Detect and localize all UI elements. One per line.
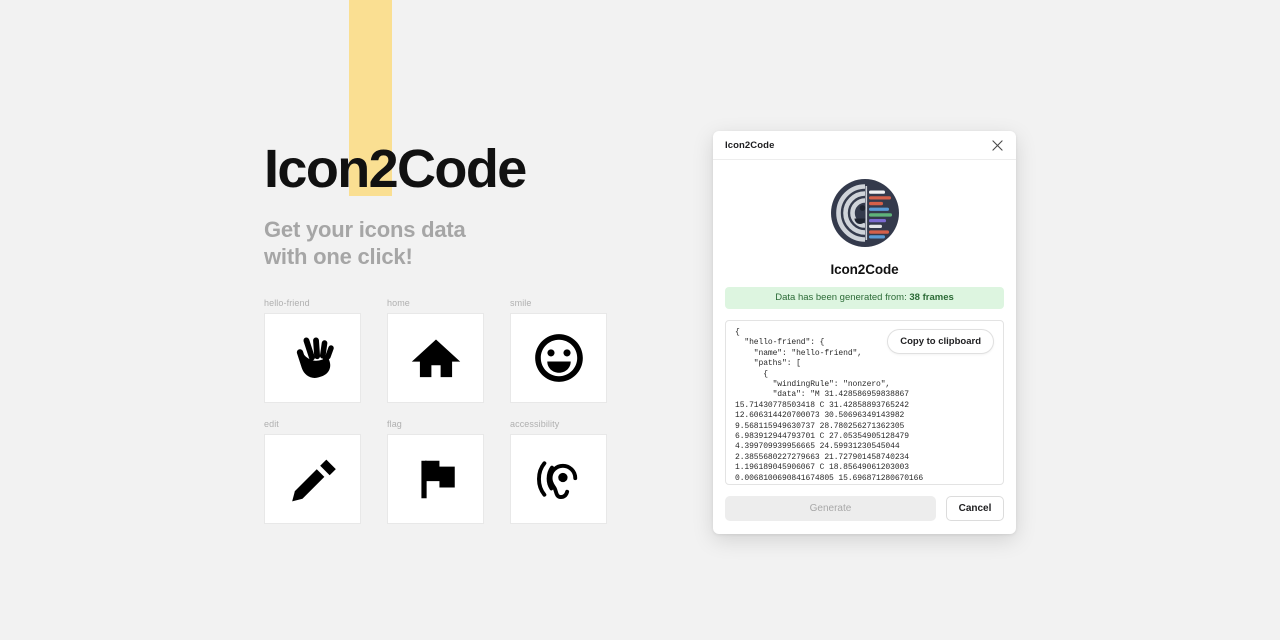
subtitle-line-1: Get your icons data [264,217,466,242]
dialog-title: Icon2Code [725,139,775,151]
icon-cell-flag[interactable]: flag [387,419,484,524]
icon-preview-box[interactable] [387,434,484,524]
dialog-header: Icon2Code [713,131,1016,160]
smiley-face-icon [533,332,585,384]
ear-hearing-icon [533,453,585,505]
icon-label: smile [510,298,532,308]
dialog-app-name: Icon2Code [830,262,899,277]
icon-preview-box[interactable] [510,313,607,403]
dialog-body: Icon2Code Data has been generated from: … [713,160,1016,485]
icon-cell-smile[interactable]: smile [510,298,607,403]
icon-preview-box[interactable] [264,313,361,403]
icon-label: home [387,298,410,308]
app-root: Icon2Code Get your icons data with one c… [0,0,1280,640]
status-prefix: Data has been generated from: [775,292,910,303]
page-subtitle: Get your icons data with one click! [264,216,526,270]
status-value: 38 frames [909,292,954,303]
icon2code-dialog: Icon2Code Icon2Code Data has been genera… [713,131,1016,534]
icon-preview-box[interactable] [264,434,361,524]
logo-container [725,178,1004,248]
icon-preview-box[interactable] [387,313,484,403]
status-badge: Data has been generated from: 38 frames [725,287,1004,309]
icon-cell-hello-friend[interactable]: hello-friend [264,298,361,403]
copy-to-clipboard-button[interactable]: Copy to clipboard [887,329,994,354]
icon-cell-home[interactable]: home [387,298,484,403]
icon-cell-accessibility[interactable]: accessibility [510,419,607,524]
cancel-button[interactable]: Cancel [946,496,1004,521]
dialog-footer: Generate Cancel [713,485,1016,534]
code-preview-panel: { "hello-friend": { "name": "hello-frien… [725,320,1004,485]
icon-grid: hello-friend home smile edit flag access… [264,298,607,524]
icon2code-logo [830,178,900,248]
page-title: Icon2Code [264,139,527,199]
pencil-icon [288,454,338,504]
icon-label: flag [387,419,402,429]
icon-label: edit [264,419,279,429]
subtitle-line-2: with one click! [264,244,413,269]
icon-label: accessibility [510,419,560,429]
waving-hand-icon [287,332,339,384]
icon-preview-box[interactable] [510,434,607,524]
hero-section: Icon2Code Get your icons data with one c… [264,136,527,270]
generate-button[interactable]: Generate [725,496,936,521]
close-icon[interactable] [989,137,1005,153]
icon-cell-edit[interactable]: edit [264,419,361,524]
flag-icon [411,454,461,504]
icon-label: hello-friend [264,298,310,308]
home-icon [409,331,463,385]
